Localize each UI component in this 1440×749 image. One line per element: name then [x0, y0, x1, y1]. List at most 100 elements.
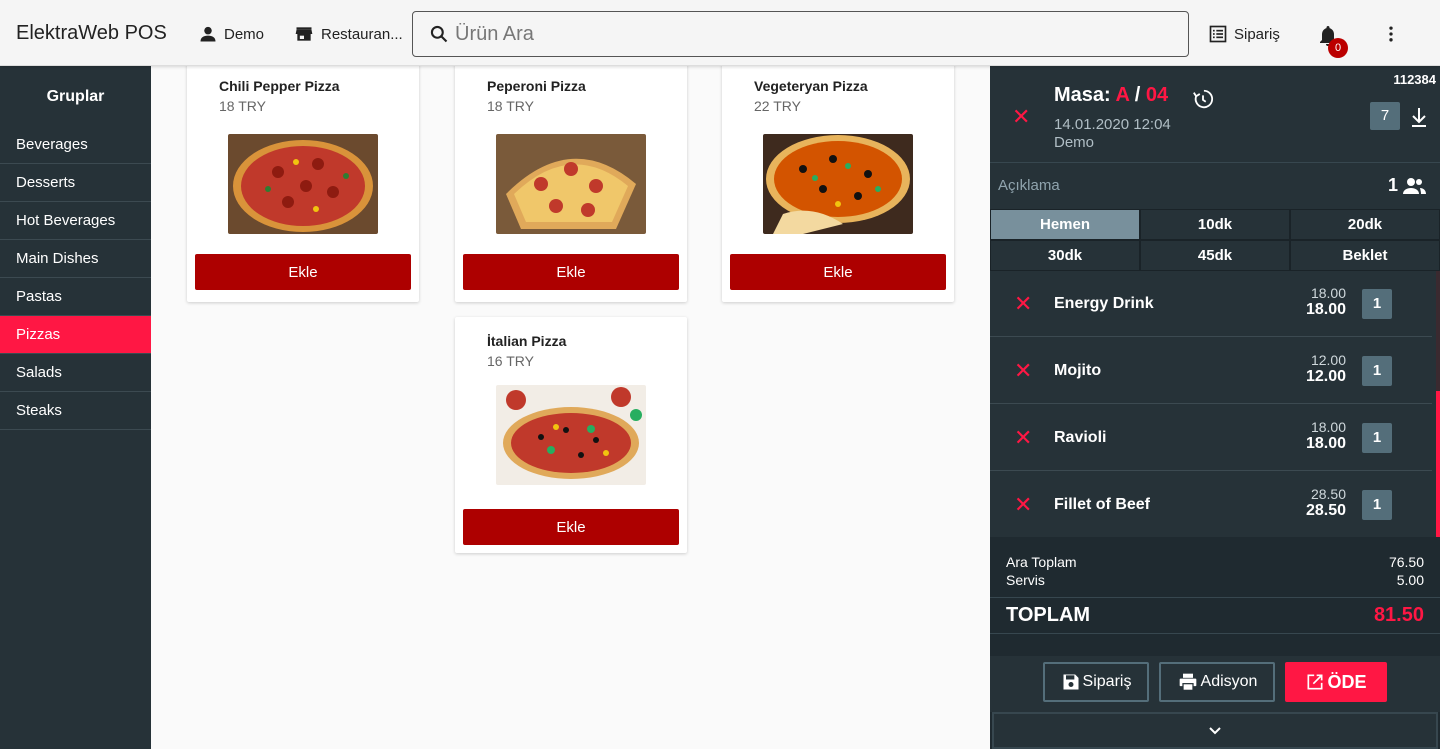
table-label: Masa: — [1054, 84, 1111, 106]
item-name: Mojito — [1054, 362, 1102, 379]
remove-item-icon[interactable]: ✕ — [1014, 494, 1032, 516]
collapse-panel-button[interactable] — [992, 712, 1438, 749]
guest-count-value: 1 — [1387, 175, 1398, 195]
product-price: 18 TRY — [487, 98, 534, 114]
timing-option-beklet[interactable]: Beklet — [1290, 240, 1440, 271]
product-name: Peperoni Pizza — [487, 78, 586, 94]
product-price: 16 TRY — [487, 353, 534, 369]
item-quantity[interactable]: 1 — [1362, 289, 1392, 319]
service-value: 5.00 — [1396, 572, 1424, 588]
order-id: 112384 — [1393, 72, 1436, 87]
item-quantity[interactable]: 1 — [1362, 423, 1392, 453]
order-summary: Ara Toplam 76.50 Servis 5.00 — [990, 537, 1440, 597]
item-total-price: 12.00 — [1305, 368, 1346, 385]
remove-item-icon[interactable]: ✕ — [1014, 427, 1032, 449]
person-icon — [200, 26, 216, 42]
timing-option-10dk[interactable]: 10dk — [1140, 209, 1290, 240]
store-icon — [295, 27, 313, 41]
item-unit-price: 18.00 — [1310, 419, 1346, 435]
item-quantity[interactable]: 1 — [1362, 490, 1392, 520]
order-user: Demo — [1054, 134, 1095, 151]
order-item[interactable]: ✕ Energy Drink 18.00 18.00 1 — [990, 271, 1432, 337]
order-list-button[interactable]: Sipariş — [1208, 24, 1280, 44]
subtotal-value: 76.50 — [1388, 554, 1424, 570]
table-title: Masa: A / 04 — [1054, 84, 1168, 107]
store-menu[interactable]: Restauran... — [293, 24, 403, 44]
service-row: Servis 5.00 — [1006, 572, 1424, 588]
app-title: ElektraWeb POS — [16, 22, 167, 44]
sidebar-item-beverages[interactable]: Beverages — [0, 126, 151, 164]
total-label: TOPLAM — [1006, 604, 1091, 626]
subtotal-label: Ara Toplam — [1006, 554, 1077, 570]
item-unit-price: 12.00 — [1310, 352, 1346, 368]
order-items-list[interactable]: ✕ Energy Drink 18.00 18.00 1 ✕ Mojito 12… — [990, 271, 1440, 537]
timing-option-hemen[interactable]: Hemen — [990, 209, 1140, 240]
order-item[interactable]: ✕ Ravioli 18.00 18.00 1 — [990, 405, 1432, 471]
sidebar-item-pastas[interactable]: Pastas — [0, 278, 151, 316]
more-menu-button[interactable] — [1381, 24, 1401, 49]
item-unit-price: 28.50 — [1310, 486, 1346, 502]
sidebar-item-salads[interactable]: Salads — [0, 354, 151, 392]
save-order-label: Sipariş — [1082, 673, 1132, 690]
save-icon — [1063, 674, 1079, 690]
item-count-badge: 7 — [1370, 102, 1400, 130]
product-grid: Chili Pepper Pizza 18 TRY Ekle Peperoni … — [151, 62, 990, 749]
sidebar-item-main-dishes[interactable]: Main Dishes — [0, 240, 151, 278]
guest-count[interactable]: 1 — [1388, 175, 1426, 196]
search-box[interactable] — [412, 11, 1189, 57]
product-image — [496, 134, 646, 234]
order-actions: Sipariş Adisyon ÖDE — [990, 656, 1440, 712]
service-label: Servis — [1006, 572, 1045, 588]
sidebar-item-steaks[interactable]: Steaks — [0, 392, 151, 430]
item-name: Fillet of Beef — [1054, 496, 1151, 513]
scrollbar-thumb[interactable] — [1436, 391, 1440, 537]
open-external-icon — [1307, 674, 1323, 690]
timing-option-45dk[interactable]: 45dk — [1140, 240, 1290, 271]
sidebar-item-hot-beverages[interactable]: Hot Beverages — [0, 202, 151, 240]
table-number: 04 — [1145, 84, 1169, 106]
product-name: Chili Pepper Pizza — [219, 78, 340, 94]
item-unit-price: 18.00 — [1310, 285, 1346, 301]
description-row[interactable]: Açıklama 1 — [990, 163, 1440, 209]
pay-label: ÖDE — [1327, 671, 1367, 692]
item-quantity[interactable]: 1 — [1362, 356, 1392, 386]
history-icon[interactable] — [1192, 88, 1214, 110]
order-header: 112384 ✕ Masa: A / 04 14.01.2020 12:04 D… — [990, 66, 1440, 163]
order-item[interactable]: ✕ Mojito 12.00 12.00 1 — [990, 338, 1432, 404]
add-button[interactable]: Ekle — [463, 254, 679, 290]
notifications-button[interactable]: 0 — [1316, 24, 1352, 60]
sidebar-item-pizzas[interactable]: Pizzas — [0, 316, 151, 354]
user-menu[interactable]: Demo — [198, 24, 264, 44]
order-item[interactable]: ✕ Fillet of Beef 28.50 28.50 1 — [990, 472, 1432, 537]
search-icon — [430, 25, 448, 43]
cancel-order-icon[interactable]: ✕ — [1012, 106, 1030, 128]
add-button[interactable]: Ekle — [463, 509, 679, 545]
product-price: 18 TRY — [219, 98, 266, 114]
remove-item-icon[interactable]: ✕ — [1014, 360, 1032, 382]
print-check-label: Adisyon — [1200, 673, 1258, 690]
timing-option-30dk[interactable]: 30dk — [990, 240, 1140, 271]
product-price: 22 TRY — [754, 98, 801, 114]
item-name: Ravioli — [1054, 429, 1107, 446]
remove-item-icon[interactable]: ✕ — [1014, 293, 1032, 315]
add-button[interactable]: Ekle — [730, 254, 946, 290]
add-button[interactable]: Ekle — [195, 254, 411, 290]
sidebar-item-desserts[interactable]: Desserts — [0, 164, 151, 202]
download-icon[interactable] — [1410, 106, 1428, 128]
print-check-button[interactable]: Adisyon — [1159, 662, 1275, 702]
user-name: Demo — [224, 25, 265, 43]
item-name: Energy Drink — [1054, 295, 1154, 312]
sidebar-title: Gruplar — [46, 88, 105, 105]
list-icon — [1209, 25, 1227, 43]
save-order-button[interactable]: Sipariş — [1043, 662, 1149, 702]
pay-button[interactable]: ÖDE — [1285, 662, 1387, 702]
search-input[interactable] — [455, 22, 1155, 46]
order-date: 14.01.2020 12:04 — [1054, 116, 1171, 133]
subtotal-row: Ara Toplam 76.50 — [1006, 554, 1424, 570]
timing-option-20dk[interactable]: 20dk — [1290, 209, 1440, 240]
product-image — [763, 134, 913, 234]
product-card: Chili Pepper Pizza 18 TRY Ekle — [187, 62, 419, 302]
product-card: Peperoni Pizza 18 TRY Ekle — [455, 62, 687, 302]
more-vert-icon — [1389, 26, 1393, 42]
product-image — [228, 134, 378, 234]
